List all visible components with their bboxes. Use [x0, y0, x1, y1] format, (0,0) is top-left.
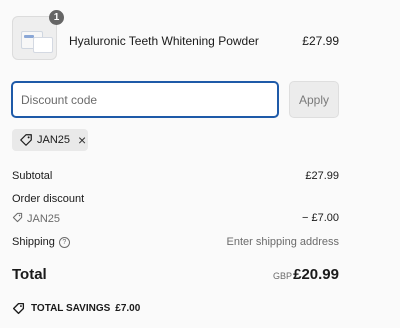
subtotal-value: £27.99 [305, 170, 339, 182]
subtotal-label: Subtotal [12, 170, 53, 182]
tag-icon [20, 134, 32, 146]
order-discount-code-wrap: JAN25 [12, 212, 60, 225]
savings-label: TOTAL SAVINGS [31, 303, 111, 314]
quantity-badge: 1 [49, 10, 64, 25]
total-savings: TOTAL SAVINGS £7.00 [12, 302, 140, 315]
shipping-label: Shipping [12, 236, 55, 248]
cart-line-item: 1 Hyaluronic Teeth Whitening Powder £27.… [12, 10, 339, 62]
remove-discount-icon[interactable]: × [78, 133, 86, 147]
total-row: Total GBP £20.99 [12, 266, 339, 286]
discount-code-input[interactable] [11, 81, 279, 118]
savings-tag-icon [12, 302, 25, 315]
discount-tag-icon [12, 212, 23, 223]
currency-code: GBP [272, 271, 292, 281]
total-label: Total [12, 266, 47, 283]
shipping-value: Enter shipping address [226, 236, 339, 248]
help-icon[interactable]: ? [58, 237, 70, 248]
applied-discount-chip: JAN25 × [12, 129, 88, 151]
shipping-label-wrap: Shipping? [12, 236, 70, 248]
order-discount-value: − £7.00 [301, 212, 339, 224]
product-jar-shape [33, 37, 53, 53]
total-value: £20.99 [293, 266, 339, 283]
product-price: £27.99 [302, 34, 339, 48]
product-name: Hyaluronic Teeth Whitening Powder [69, 34, 259, 48]
apply-button[interactable]: Apply [289, 81, 339, 118]
order-discount-code: JAN25 [27, 213, 61, 225]
order-discount-label: Order discount [12, 193, 85, 205]
savings-value: £7.00 [115, 303, 141, 314]
applied-discount-code: JAN25 [37, 134, 71, 146]
